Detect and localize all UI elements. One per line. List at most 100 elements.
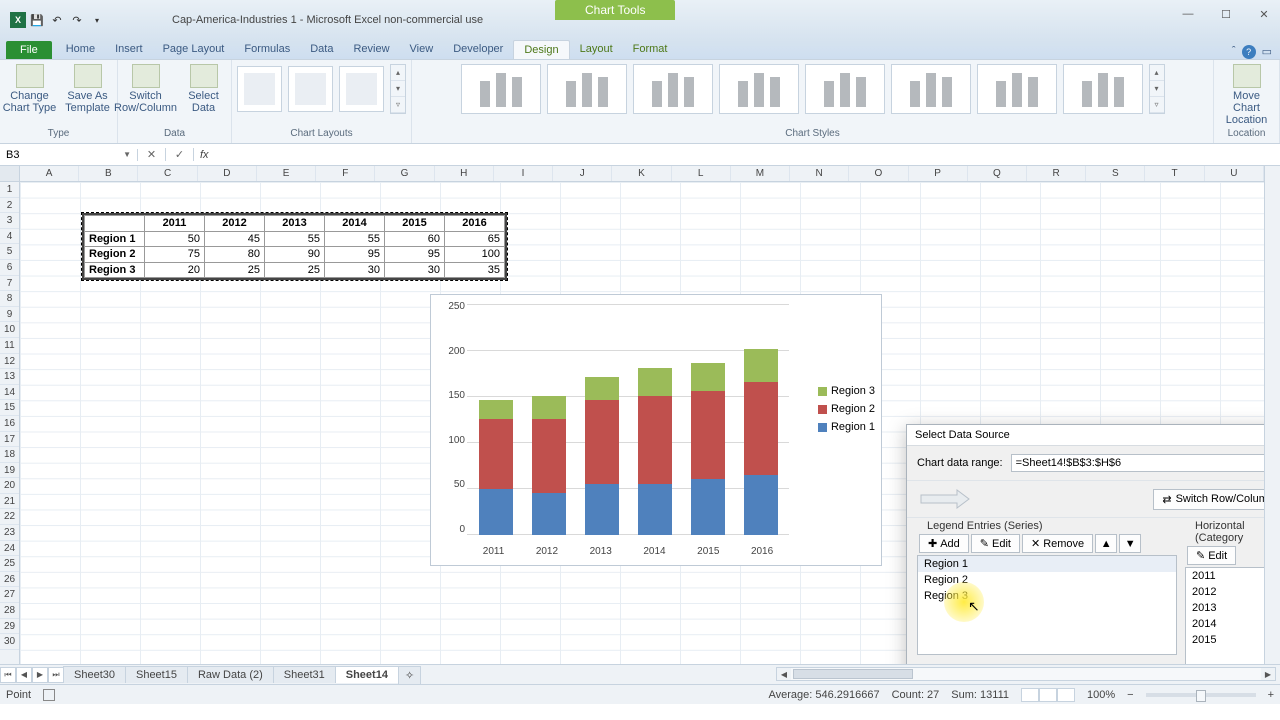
- switch-row-column-button[interactable]: Switch Row/Column: [119, 64, 173, 114]
- page-break-view-button[interactable]: [1057, 688, 1075, 702]
- tab-nav-first-icon[interactable]: ⏮: [0, 667, 16, 683]
- move-chart-button[interactable]: Move Chart Location: [1220, 64, 1274, 126]
- page-layout-view-button[interactable]: [1039, 688, 1057, 702]
- row-header[interactable]: 7: [0, 276, 19, 292]
- row-header[interactable]: 8: [0, 291, 19, 307]
- series-item[interactable]: Region 1: [918, 556, 1176, 572]
- chart-style-thumb[interactable]: [547, 64, 627, 114]
- row-header[interactable]: 21: [0, 494, 19, 510]
- fx-icon[interactable]: fx: [194, 149, 215, 161]
- layout-gallery-more-button[interactable]: ▴▾▿: [390, 64, 406, 114]
- minimize-ribbon-icon[interactable]: ˆ: [1232, 45, 1236, 59]
- normal-view-button[interactable]: [1021, 688, 1039, 702]
- row-headers[interactable]: 1234567891011121314151617181920212223242…: [0, 166, 20, 664]
- row-header[interactable]: 23: [0, 525, 19, 541]
- chart-style-thumb[interactable]: [633, 64, 713, 114]
- save-icon[interactable]: 💾: [28, 11, 46, 29]
- row-header[interactable]: 29: [0, 619, 19, 635]
- enter-formula-icon[interactable]: ✓: [166, 148, 194, 161]
- excel-icon[interactable]: X: [10, 12, 26, 28]
- row-header[interactable]: 6: [0, 260, 19, 276]
- col-header[interactable]: E: [257, 166, 316, 181]
- category-item[interactable]: 2012: [1186, 584, 1264, 600]
- row-header[interactable]: 14: [0, 385, 19, 401]
- col-header[interactable]: I: [494, 166, 553, 181]
- cell-grid[interactable]: ABCDEFGHIJKLMNOPQRSTU 201120122013201420…: [20, 166, 1264, 664]
- row-header[interactable]: 24: [0, 541, 19, 557]
- zoom-in-button[interactable]: +: [1268, 689, 1274, 701]
- col-header[interactable]: O: [849, 166, 908, 181]
- file-tab[interactable]: File: [6, 41, 52, 59]
- row-header[interactable]: 30: [0, 634, 19, 650]
- row-header[interactable]: 9: [0, 307, 19, 323]
- ribbon-tab-insert[interactable]: Insert: [105, 40, 153, 59]
- row-header[interactable]: 5: [0, 244, 19, 260]
- col-header[interactable]: N: [790, 166, 849, 181]
- row-header[interactable]: 18: [0, 447, 19, 463]
- row-header[interactable]: 15: [0, 400, 19, 416]
- ribbon-tab-developer[interactable]: Developer: [443, 40, 513, 59]
- select-all-button[interactable]: [0, 166, 19, 182]
- vertical-scrollbar[interactable]: [1264, 166, 1280, 664]
- row-header[interactable]: 2: [0, 198, 19, 214]
- chart-style-thumb[interactable]: [719, 64, 799, 114]
- chart-layout-thumb[interactable]: [339, 66, 384, 112]
- series-listbox[interactable]: ↖ Region 1Region 2Region 3: [917, 555, 1177, 655]
- col-header[interactable]: S: [1086, 166, 1145, 181]
- row-header[interactable]: 4: [0, 229, 19, 245]
- chart-layout-thumb[interactable]: [237, 66, 282, 112]
- row-header[interactable]: 11: [0, 338, 19, 354]
- col-header[interactable]: G: [375, 166, 434, 181]
- col-header[interactable]: P: [909, 166, 968, 181]
- sheet-tab[interactable]: Sheet30: [63, 666, 126, 683]
- col-header[interactable]: T: [1145, 166, 1204, 181]
- col-header[interactable]: F: [316, 166, 375, 181]
- style-gallery-more-button[interactable]: ▴▾▿: [1149, 64, 1165, 114]
- name-box[interactable]: B3▼: [0, 149, 138, 161]
- col-header[interactable]: J: [553, 166, 612, 181]
- row-header[interactable]: 13: [0, 369, 19, 385]
- category-item[interactable]: 2014: [1186, 616, 1264, 632]
- change-chart-type-button[interactable]: Change Chart Type: [3, 64, 57, 114]
- sheet-tab[interactable]: Sheet15: [125, 666, 188, 683]
- ribbon-tab-home[interactable]: Home: [56, 40, 105, 59]
- row-header[interactable]: 26: [0, 572, 19, 588]
- col-header[interactable]: R: [1027, 166, 1086, 181]
- row-header[interactable]: 17: [0, 432, 19, 448]
- zoom-slider[interactable]: [1146, 693, 1256, 697]
- ribbon-tab-layout[interactable]: Layout: [570, 40, 623, 59]
- select-data-button[interactable]: Select Data: [177, 64, 231, 114]
- chart-style-thumb[interactable]: [1063, 64, 1143, 114]
- col-header[interactable]: Q: [968, 166, 1027, 181]
- category-item[interactable]: 2013: [1186, 600, 1264, 616]
- close-button[interactable]: ✕: [1252, 6, 1276, 22]
- edit-categories-button[interactable]: ✎Edit: [1187, 546, 1236, 565]
- macro-record-icon[interactable]: [43, 689, 55, 701]
- horizontal-scrollbar[interactable]: ◀▶: [776, 667, 1276, 681]
- maximize-button[interactable]: ☐: [1214, 6, 1238, 22]
- ribbon-tab-review[interactable]: Review: [343, 40, 399, 59]
- row-header[interactable]: 22: [0, 509, 19, 525]
- sheet-tab[interactable]: Sheet31: [273, 666, 336, 683]
- embedded-chart[interactable]: 050100150200250 201120122013201420152016…: [430, 294, 882, 566]
- col-header[interactable]: D: [198, 166, 257, 181]
- chart-style-thumb[interactable]: [891, 64, 971, 114]
- col-header[interactable]: U: [1205, 166, 1264, 181]
- data-table-selection[interactable]: 201120122013201420152016Region 150455555…: [82, 213, 507, 280]
- ribbon-tab-view[interactable]: View: [400, 40, 444, 59]
- categories-listbox[interactable]: 20112012201320142015: [1185, 567, 1264, 664]
- row-header[interactable]: 20: [0, 478, 19, 494]
- help-icon[interactable]: ?: [1242, 45, 1256, 59]
- remove-series-button[interactable]: ✕Remove: [1022, 534, 1093, 553]
- row-header[interactable]: 25: [0, 556, 19, 572]
- column-headers[interactable]: ABCDEFGHIJKLMNOPQRSTU: [20, 166, 1264, 182]
- qat-dropdown-icon[interactable]: ▾: [88, 11, 106, 29]
- move-down-button[interactable]: ▼: [1119, 534, 1141, 553]
- ribbon-tab-design[interactable]: Design: [513, 40, 569, 59]
- new-sheet-button[interactable]: ✧: [398, 666, 421, 684]
- row-header[interactable]: 27: [0, 587, 19, 603]
- row-header[interactable]: 1: [0, 182, 19, 198]
- category-item[interactable]: 2011: [1186, 568, 1264, 584]
- col-header[interactable]: B: [79, 166, 138, 181]
- row-header[interactable]: 3: [0, 213, 19, 229]
